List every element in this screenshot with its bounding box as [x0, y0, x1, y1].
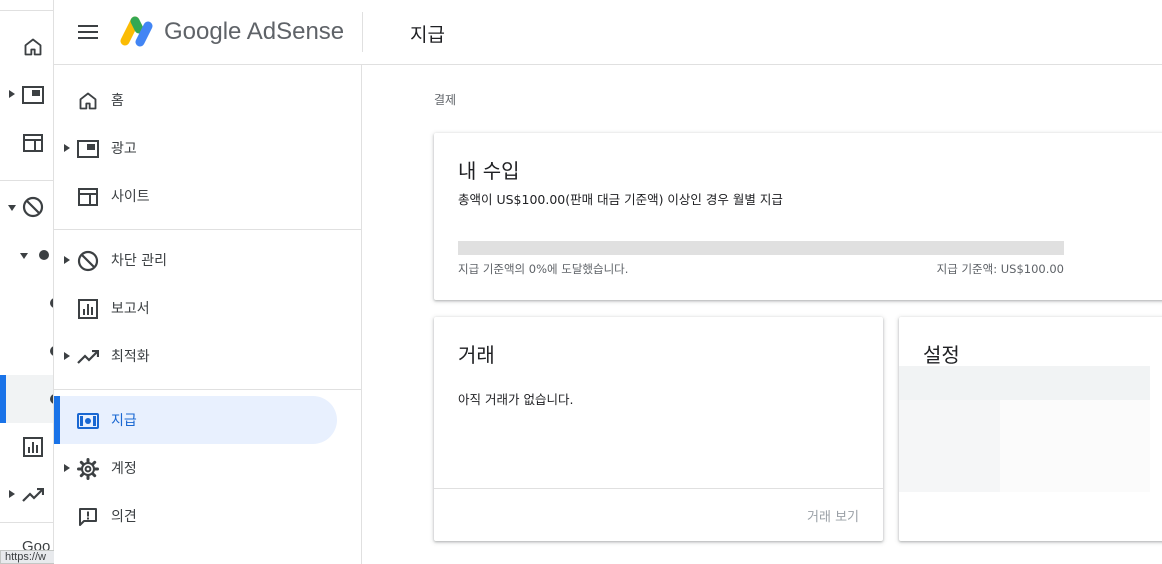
breadcrumb[interactable]: 결제: [434, 91, 456, 108]
progress-status-text: 지급 기준액의 0%에 도달했습니다.: [458, 262, 629, 276]
sidebar-item-ads[interactable]: 광고: [54, 124, 337, 172]
app-header: Google AdSense 지급: [54, 0, 1162, 65]
main-content: 결제 내 수입 총액이 US$100.00(판매 대금 기준액) 이상인 경우 …: [362, 65, 1162, 564]
sidebar-item-reports[interactable]: 보고서: [54, 284, 337, 332]
header-divider: [362, 12, 363, 52]
earnings-card: 내 수입 총액이 US$100.00(판매 대금 기준액) 이상인 경우 월별 …: [434, 133, 1162, 300]
rail-active-item[interactable]: [0, 375, 53, 423]
block-icon: [76, 249, 100, 273]
rail-divider: [0, 180, 53, 181]
sidebar-item-blocking-controls[interactable]: 차단 관리: [54, 236, 337, 284]
sidebar-item-label: 사이트: [111, 189, 150, 205]
active-indicator: [54, 396, 60, 444]
sidebar-divider: [54, 389, 362, 390]
settings-title: 설정: [923, 343, 960, 367]
optimization-icon[interactable]: [22, 484, 44, 506]
reports-icon[interactable]: [22, 436, 44, 458]
expand-arrow-icon[interactable]: [63, 351, 71, 361]
sidebar-item-label: 보고서: [111, 301, 150, 317]
block-icon[interactable]: [22, 196, 44, 218]
settings-card: 설정: [899, 317, 1162, 541]
sites-icon[interactable]: [22, 132, 44, 154]
dot-icon: [39, 250, 49, 260]
sidebar-item-label: 의견: [111, 509, 137, 525]
sidebar-item-label: 계정: [111, 461, 137, 477]
collapsed-nav-rail: Goo: [0, 0, 54, 564]
sidebar-item-optimization[interactable]: 최적화: [54, 332, 337, 380]
rail-divider: [0, 522, 53, 523]
home-icon[interactable]: [22, 36, 44, 58]
transactions-empty-text: 아직 거래가 없습니다.: [458, 392, 574, 407]
sidebar: 홈 광고 사이트 차단 관리 보고서 최적화 지급 계정 의견: [54, 65, 362, 564]
expand-arrow-icon[interactable]: [63, 463, 71, 473]
expand-arrow-icon[interactable]: [8, 89, 16, 99]
loading-placeholder: [899, 400, 1000, 492]
view-transactions-button[interactable]: 거래 보기: [807, 506, 859, 525]
sites-icon: [76, 185, 100, 209]
brand-name[interactable]: Google AdSense: [164, 18, 344, 46]
gear-icon: [76, 457, 100, 481]
menu-icon[interactable]: [76, 20, 100, 44]
expand-arrow-icon[interactable]: [63, 255, 71, 265]
expand-arrow-icon[interactable]: [63, 143, 71, 153]
transactions-card: 거래 아직 거래가 없습니다. 거래 보기: [434, 317, 883, 541]
collapse-arrow-icon[interactable]: [8, 203, 16, 213]
adsense-logo-icon[interactable]: [120, 16, 154, 48]
loading-placeholder: [1000, 400, 1150, 492]
payments-icon: [76, 409, 100, 433]
payment-threshold-progress: [458, 241, 1064, 255]
earnings-description: 총액이 US$100.00(판매 대금 기준액) 이상인 경우 월별 지급: [458, 192, 783, 207]
home-icon: [76, 89, 100, 113]
sidebar-divider: [54, 229, 362, 230]
sidebar-item-label: 차단 관리: [111, 253, 167, 269]
reports-icon: [76, 297, 100, 321]
ads-icon[interactable]: [22, 84, 44, 106]
sidebar-item-label: 지급: [111, 413, 137, 429]
card-footer-divider: [434, 488, 883, 489]
transactions-title: 거래: [458, 343, 495, 367]
page-title: 지급: [410, 24, 445, 46]
expand-arrow-icon[interactable]: [8, 489, 16, 499]
sidebar-item-label: 광고: [111, 141, 137, 157]
payment-threshold-text: 지급 기준액: US$100.00: [936, 262, 1064, 276]
feedback-icon: [76, 505, 100, 529]
optimization-icon: [76, 345, 100, 369]
status-bar-url: https://w: [0, 550, 56, 564]
collapse-arrow-icon[interactable]: [20, 251, 28, 261]
sidebar-item-home[interactable]: 홈: [54, 76, 337, 124]
loading-placeholder: [899, 366, 1150, 400]
sidebar-item-feedback[interactable]: 의견: [54, 492, 337, 540]
sidebar-item-sites[interactable]: 사이트: [54, 172, 337, 220]
sidebar-item-account[interactable]: 계정: [54, 444, 337, 492]
earnings-title: 내 수입: [458, 159, 520, 183]
rail-active-indicator: [0, 375, 6, 423]
sidebar-item-label: 홈: [111, 93, 124, 109]
ads-icon: [76, 137, 100, 161]
sidebar-item-payments[interactable]: 지급: [54, 396, 337, 444]
sidebar-item-label: 최적화: [111, 349, 150, 365]
rail-top-divider: [0, 10, 53, 11]
